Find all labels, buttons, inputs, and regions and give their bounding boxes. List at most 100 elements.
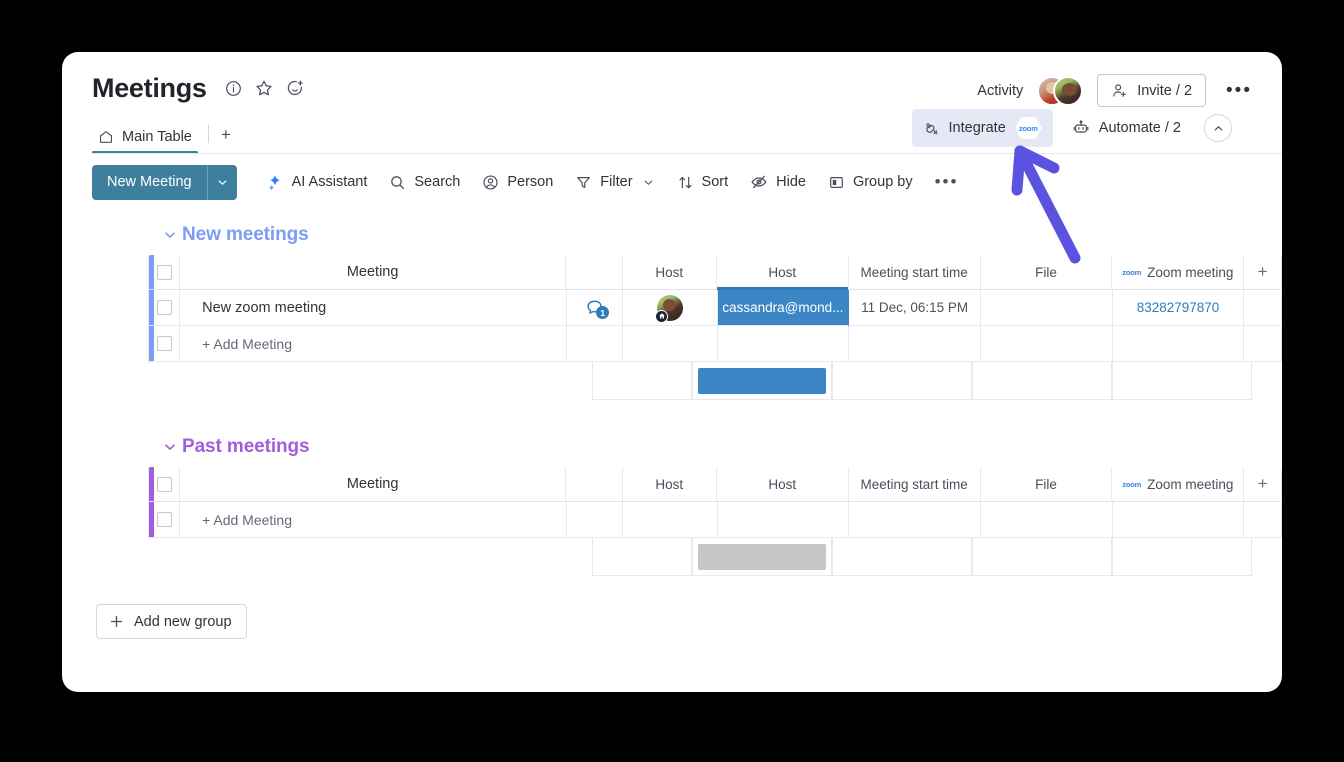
add-new-group-button[interactable]: Add new group bbox=[96, 604, 247, 639]
column-header-meeting[interactable]: Meeting bbox=[180, 255, 567, 290]
summary-spacer bbox=[148, 362, 592, 400]
chevron-down-icon bbox=[218, 179, 226, 185]
group-title[interactable]: Past meetings bbox=[182, 436, 310, 458]
tabs-right-actions: Integrate zoom Automate / 2 bbox=[911, 109, 1232, 147]
add-row-checkbox[interactable] bbox=[156, 336, 172, 351]
add-meeting-button[interactable]: + Add Meeting bbox=[180, 502, 567, 538]
row-checkbox-cell[interactable] bbox=[148, 290, 181, 326]
home-badge-icon bbox=[655, 309, 668, 323]
summary-cell-file bbox=[972, 538, 1112, 576]
group-grid: Meeting Host Host Meeting start time Fil… bbox=[148, 467, 1282, 538]
add-row-cell bbox=[1244, 502, 1282, 538]
toolbar-item-label: AI Assistant bbox=[291, 174, 368, 190]
board-options-menu[interactable]: ••• bbox=[1220, 81, 1258, 100]
column-header-meeting-start-time[interactable]: Meeting start time bbox=[848, 467, 981, 502]
summary-cell-file bbox=[972, 362, 1112, 400]
star-icon[interactable] bbox=[255, 79, 273, 97]
column-header-meeting[interactable]: Meeting bbox=[180, 467, 567, 502]
integrate-button-label: Integrate bbox=[948, 120, 1006, 136]
avatar bbox=[1053, 75, 1084, 106]
summary-cell-person bbox=[592, 362, 692, 400]
invite-button[interactable]: Invite / 2 bbox=[1097, 74, 1207, 107]
add-item-row[interactable]: + Add Meeting bbox=[148, 502, 1282, 538]
column-header-host-person[interactable]: Host bbox=[622, 255, 717, 290]
cell-conversation[interactable]: 1 bbox=[566, 290, 624, 326]
toolbar-sort[interactable]: Sort bbox=[666, 167, 740, 198]
add-new-group-label: Add new group bbox=[134, 613, 232, 630]
automate-button[interactable]: Automate / 2 bbox=[1061, 112, 1192, 144]
info-icon[interactable] bbox=[225, 80, 242, 97]
automate-button-label: Automate / 2 bbox=[1098, 120, 1181, 136]
summary-cell-person bbox=[592, 538, 692, 576]
select-all-checkbox-cell[interactable] bbox=[148, 467, 181, 502]
add-row-cell bbox=[717, 326, 850, 362]
toolbar-search[interactable]: Search bbox=[378, 167, 471, 198]
toolbar-person[interactable]: Person bbox=[471, 167, 564, 198]
plug-icon bbox=[923, 120, 940, 137]
summary-cell-people[interactable] bbox=[692, 538, 832, 576]
chevron-down-icon[interactable] bbox=[642, 176, 655, 189]
add-item-row[interactable]: + Add Meeting bbox=[148, 326, 1282, 362]
toolbar-hide[interactable]: Hide bbox=[739, 166, 817, 198]
select-all-checkbox[interactable] bbox=[156, 264, 172, 280]
chevron-down-icon[interactable] bbox=[162, 439, 178, 455]
zoom-meeting-link[interactable]: 83282797870 bbox=[1137, 300, 1220, 315]
person-icon bbox=[482, 174, 499, 191]
cell-zoom-meeting[interactable]: 83282797870 bbox=[1112, 290, 1245, 326]
select-all-checkbox[interactable] bbox=[156, 476, 172, 492]
add-row-cell bbox=[717, 502, 850, 538]
column-header-host-person[interactable]: Host bbox=[622, 467, 717, 502]
column-header-conversation[interactable] bbox=[566, 467, 623, 502]
ai-sparkle-icon bbox=[268, 175, 280, 191]
select-all-checkbox-cell[interactable] bbox=[148, 255, 181, 290]
group-title[interactable]: New meetings bbox=[182, 224, 309, 246]
column-header-file[interactable]: File bbox=[980, 467, 1113, 502]
cell-meeting-start-time[interactable]: 11 Dec, 06:15 PM bbox=[849, 290, 981, 326]
activity-avatars[interactable] bbox=[1037, 75, 1084, 106]
column-header-conversation[interactable] bbox=[566, 255, 623, 290]
toolbar-group-by[interactable]: Group by bbox=[817, 167, 924, 198]
add-meeting-button[interactable]: + Add Meeting bbox=[180, 326, 567, 362]
column-header-zoom-meeting[interactable]: zoom Zoom meeting bbox=[1112, 467, 1245, 502]
column-header-host-people[interactable]: Host bbox=[716, 467, 849, 502]
summary-cell-time bbox=[832, 538, 972, 576]
cell-meeting-name[interactable]: New zoom meeting bbox=[180, 290, 567, 326]
tab-main-table[interactable]: Main Table bbox=[92, 129, 204, 154]
column-header-meeting-start-time[interactable]: Meeting start time bbox=[848, 255, 981, 290]
add-tab-button[interactable]: + bbox=[211, 125, 241, 154]
chevron-down-icon[interactable] bbox=[162, 227, 178, 243]
column-header-zoom-meeting[interactable]: zoom Zoom meeting bbox=[1112, 255, 1245, 290]
summary-cell-zoom bbox=[1112, 362, 1252, 400]
cell-file[interactable] bbox=[980, 290, 1113, 326]
group-by-icon bbox=[828, 174, 845, 191]
group-title-row: Past meetings bbox=[62, 424, 1282, 467]
summary-spacer bbox=[148, 538, 592, 576]
column-header-file[interactable]: File bbox=[980, 255, 1113, 290]
cell-host-person[interactable] bbox=[623, 290, 718, 326]
conversation-count-badge: 1 bbox=[596, 306, 610, 319]
tab-divider bbox=[207, 125, 209, 143]
add-row-cell bbox=[623, 326, 718, 362]
add-row-checkbox[interactable] bbox=[156, 512, 172, 527]
group-new-meetings: New meetings Meeting Host Host Meeting s… bbox=[62, 212, 1282, 400]
integrate-button[interactable]: Integrate zoom bbox=[911, 109, 1053, 147]
add-column-button[interactable]: + bbox=[1244, 255, 1282, 290]
conversation-icon[interactable]: 1 bbox=[585, 298, 610, 319]
toolbar-filter[interactable]: Filter bbox=[564, 167, 665, 198]
summary-cell-people[interactable] bbox=[692, 362, 832, 400]
header-right-actions: Activity Invite / 2 ••• bbox=[977, 74, 1258, 107]
summary-cell-zoom bbox=[1112, 538, 1252, 576]
cell-host-people[interactable]: cassandra@mond... bbox=[717, 290, 850, 326]
toolbar-ai-assistant[interactable]: AI Assistant bbox=[255, 166, 379, 198]
add-column-button[interactable]: + bbox=[1244, 467, 1282, 502]
avatar[interactable] bbox=[655, 294, 683, 323]
row-checkbox[interactable] bbox=[156, 300, 172, 315]
tab-label: Main Table bbox=[122, 129, 192, 145]
toolbar-overflow-menu[interactable]: ••• bbox=[924, 165, 970, 199]
add-reaction-icon[interactable] bbox=[286, 79, 304, 97]
toolbar-item-label: Person bbox=[507, 174, 554, 190]
collapse-header-button[interactable] bbox=[1204, 114, 1232, 142]
new-meeting-button[interactable]: New Meeting bbox=[92, 164, 207, 200]
new-meeting-dropdown-button[interactable] bbox=[206, 164, 237, 200]
column-header-host-people[interactable]: Host bbox=[716, 255, 849, 290]
